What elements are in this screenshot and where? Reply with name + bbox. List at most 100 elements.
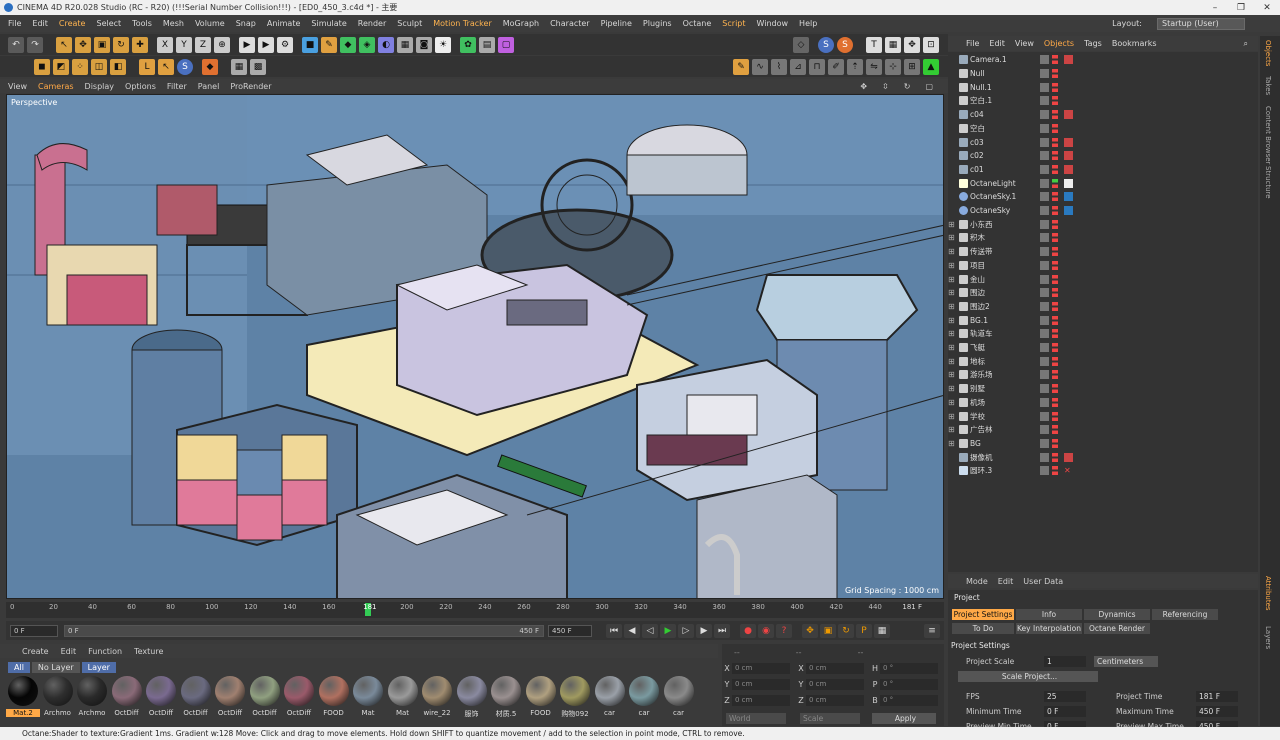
visibility-dots-icon[interactable] (1052, 233, 1058, 243)
object-row[interactable]: OctaneSky.1 (948, 190, 1258, 204)
visibility-dots-icon[interactable] (1052, 164, 1058, 174)
object-row[interactable]: ⊞ 积木 (948, 231, 1258, 245)
material-filter-all[interactable]: All (8, 661, 30, 673)
deformer-icon[interactable]: ◐ (378, 36, 394, 53)
object-row[interactable]: ⊞ 学校 (948, 409, 1258, 423)
layer-icon[interactable] (1040, 206, 1049, 216)
timeline-ruler[interactable]: 181 F 0 20 40 60 80 100 120 140 160 181 200 220 240 2… (6, 602, 944, 618)
next-key-icon[interactable]: ▶ (696, 623, 712, 638)
attr-menu-user-data[interactable]: User Data (1023, 577, 1063, 586)
visibility-dots-icon[interactable] (1052, 123, 1058, 133)
object-row[interactable]: ⊞ 围边2 (948, 300, 1258, 314)
expand-icon[interactable]: ⊞ (948, 275, 957, 284)
visibility-dots-icon[interactable] (1052, 397, 1058, 407)
viewport-menu-panel[interactable]: Panel (198, 82, 220, 91)
camera-tool-icon[interactable]: ◙ (416, 36, 432, 53)
scale-tool-icon[interactable]: ▣ (94, 36, 110, 53)
visibility-dots-icon[interactable] (1052, 151, 1058, 161)
viewport-menu-options[interactable]: Options (125, 82, 156, 91)
undo-icon[interactable]: ↶ (8, 36, 24, 53)
layer-icon[interactable] (1040, 192, 1049, 202)
visibility-dots-icon[interactable] (1052, 329, 1058, 339)
weld-tool-icon[interactable]: ⊹ (885, 58, 901, 75)
select-tool-icon[interactable]: ↖ (56, 36, 72, 53)
om-menu-view[interactable]: View (1015, 39, 1034, 48)
rotate-tool-icon[interactable]: ↻ (113, 36, 129, 53)
prev-key-icon[interactable]: ◀ (624, 623, 640, 638)
go-to-start-icon[interactable]: ⏮ (606, 623, 622, 638)
menu-volume[interactable]: Volume (195, 19, 225, 28)
tag-icon[interactable] (1064, 206, 1073, 216)
coord-pos-field[interactable]: 0 cm (732, 695, 790, 706)
object-row[interactable]: ⊞ 机场 (948, 396, 1258, 410)
side-tab-layers[interactable]: Layers (1264, 626, 1272, 649)
object-row[interactable]: ⊞ 传送带 (948, 245, 1258, 259)
render-settings-icon[interactable]: ⚙ (277, 36, 293, 53)
mirror-tool-icon[interactable]: ⇋ (866, 58, 882, 75)
material-swatch[interactable]: Mat (386, 676, 420, 724)
side-tab-takes[interactable]: Takes (1264, 76, 1272, 95)
layer-icon[interactable] (1040, 397, 1049, 407)
attr-menu-edit[interactable]: Edit (998, 577, 1014, 586)
object-row[interactable]: 空白 (948, 122, 1258, 136)
layer-icon[interactable] (1040, 301, 1049, 311)
layer-icon[interactable] (1040, 164, 1049, 174)
menu-mesh[interactable]: Mesh (163, 19, 184, 28)
om-menu-edit[interactable]: Edit (989, 39, 1005, 48)
octane-live-viewer-icon[interactable]: ✿ (460, 36, 476, 53)
project-scale-unit-select[interactable]: Centimeters (1094, 656, 1158, 667)
material-swatch[interactable]: car (627, 676, 661, 724)
object-row[interactable]: Camera.1 (948, 53, 1258, 67)
menu-create[interactable]: Create (59, 19, 86, 28)
viewport-menu-view[interactable]: View (8, 82, 27, 91)
layer-icon[interactable] (1040, 466, 1049, 476)
layer-icon[interactable] (1040, 82, 1049, 92)
expand-icon[interactable]: ⊞ (948, 398, 957, 407)
key-position-icon[interactable]: ✥ (802, 623, 818, 638)
next-frame-icon[interactable]: ▷ (678, 623, 694, 638)
key-parameter-icon[interactable]: P (856, 623, 872, 638)
layer-icon[interactable] (1040, 247, 1049, 257)
om-search-icon[interactable]: ⌕ (1244, 39, 1248, 49)
spline-tool-icon[interactable]: ∿ (752, 58, 768, 75)
layer-icon[interactable] (1040, 260, 1049, 270)
material-swatch[interactable]: FOOD (524, 676, 558, 724)
menu-edit[interactable]: Edit (32, 19, 48, 28)
scale-project-button[interactable]: Scale Project... (958, 671, 1098, 682)
coord-pos-field[interactable]: 0 cm (732, 679, 790, 690)
viewport-move-icon[interactable]: ✥ (860, 82, 867, 91)
record-icon[interactable]: ● (740, 623, 756, 638)
layer-icon[interactable] (1040, 315, 1049, 325)
go-to-end-icon[interactable]: ⏭ (714, 623, 730, 638)
snap-s-icon[interactable]: S (818, 36, 834, 53)
menu-script[interactable]: Script (722, 19, 745, 28)
tab-key-interpolation[interactable]: Key Interpolation (1016, 623, 1082, 634)
viewport-menu-filter[interactable]: Filter (167, 82, 187, 91)
menu-mograph[interactable]: MoGraph (503, 19, 539, 28)
expand-icon[interactable]: ⊞ (948, 384, 957, 393)
object-row[interactable]: ⊞ BG.1 (948, 313, 1258, 327)
minimize-icon[interactable]: – (1202, 3, 1228, 13)
layer-icon[interactable] (1040, 151, 1049, 161)
keyframe-selection-icon[interactable]: ? (776, 623, 792, 638)
visibility-dots-icon[interactable] (1052, 219, 1058, 229)
tag-icon[interactable] (1064, 192, 1073, 202)
visibility-dots-icon[interactable] (1052, 356, 1058, 366)
edges-mode-icon[interactable]: ◫ (91, 58, 107, 75)
cube-icon[interactable]: ■ (302, 36, 318, 53)
pen-icon[interactable]: ✎ (321, 36, 337, 53)
end-frame-field[interactable]: 450 F (548, 624, 592, 637)
object-row[interactable]: c03 (948, 135, 1258, 149)
cloner-icon[interactable]: ◈ (359, 36, 375, 53)
layer-icon[interactable] (1040, 356, 1049, 366)
visibility-dots-icon[interactable] (1052, 96, 1058, 106)
enable-axis-icon[interactable]: L (139, 58, 155, 75)
solo-icon[interactable]: ▦ (231, 58, 247, 75)
object-row[interactable]: ⊞ 小东西 (948, 217, 1258, 231)
texture-mode-tool-icon[interactable]: ◩ (53, 58, 69, 75)
visibility-dots-icon[interactable] (1052, 247, 1058, 257)
material-swatch[interactable]: OctDiff (110, 676, 144, 724)
knife-tool-icon[interactable]: ⌇ (771, 58, 787, 75)
layer-icon[interactable] (1040, 452, 1049, 462)
layer-icon[interactable] (1040, 219, 1049, 229)
